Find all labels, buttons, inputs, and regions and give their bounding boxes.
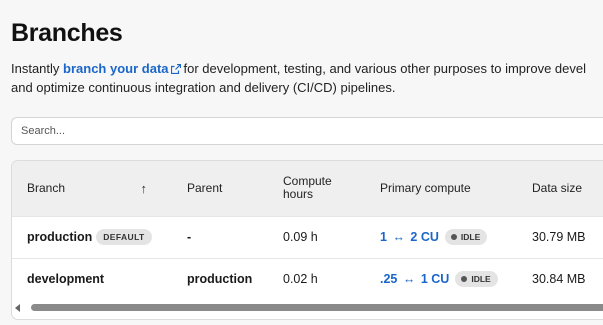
status-badge: IDLE: [455, 271, 498, 288]
compute-size-link[interactable]: 1 ↔ 2 CU: [380, 230, 439, 244]
compute-hours-cell: 0.09 h: [283, 230, 318, 244]
default-badge: DEFAULT: [96, 229, 152, 245]
range-arrow-icon: ↔: [392, 230, 405, 244]
branch-name[interactable]: production: [27, 230, 92, 244]
intro-line1-rest: for development, testing, and various ot…: [183, 61, 587, 76]
primary-compute-cell: .25 ↔ 1 CU IDLE: [365, 258, 517, 300]
primary-compute-cell: 1 ↔ 2 CU IDLE: [365, 216, 517, 258]
branch-your-data-link[interactable]: branch your data: [63, 61, 168, 76]
scrollbar-thumb[interactable]: [31, 304, 603, 311]
intro-text: Instantly branch your data for developmen…: [11, 59, 603, 97]
page-title: Branches: [11, 19, 123, 47]
column-header-primary-compute[interactable]: Primary compute: [365, 161, 517, 216]
intro-line2: and optimize continuous integration and …: [11, 80, 396, 95]
data-size-cell: 30.84 MB: [532, 272, 586, 287]
dot-icon: [461, 276, 468, 283]
search-input[interactable]: [11, 117, 603, 145]
arrow-up-icon[interactable]: ↑: [141, 182, 148, 195]
branches-table: Branch ↑ Parent Compute hours Primary comp…: [11, 160, 603, 320]
dot-icon: [450, 234, 457, 240]
table-row[interactable]: development production 0.02 h .25 ↔ 1 CU…: [12, 258, 603, 300]
table-row[interactable]: production DEFAULT - 0.09 h 1 ↔ 2 CU IDLE …: [12, 216, 603, 258]
branch-name[interactable]: development: [27, 272, 104, 286]
external-link-icon[interactable]: [170, 64, 181, 74]
column-header-branch[interactable]: Branch ↑: [12, 161, 172, 216]
intro-prefix: Instantly: [11, 61, 64, 76]
compute-hours-cell: 0.02 h: [283, 272, 318, 287]
range-arrow-icon: ↔: [402, 272, 416, 287]
parent-cell: -: [187, 230, 192, 244]
branch-cell[interactable]: development: [12, 258, 172, 300]
parent-cell: production: [187, 272, 253, 287]
table-header-row: Branch ↑ Parent Compute hours Primary comp…: [12, 161, 603, 216]
data-size-cell: 30.79 MB: [532, 230, 586, 244]
horizontal-scrollbar[interactable]: [12, 301, 603, 315]
caret-left-icon[interactable]: [15, 304, 20, 312]
column-header-data-size[interactable]: Data size: [517, 161, 603, 216]
branch-cell[interactable]: production DEFAULT: [12, 216, 172, 258]
status-badge: IDLE: [444, 229, 488, 245]
column-header-parent[interactable]: Parent: [172, 161, 268, 216]
compute-size-link[interactable]: .25 ↔ 1 CU: [380, 272, 449, 286]
column-header-compute-hours[interactable]: Compute hours: [268, 161, 365, 216]
